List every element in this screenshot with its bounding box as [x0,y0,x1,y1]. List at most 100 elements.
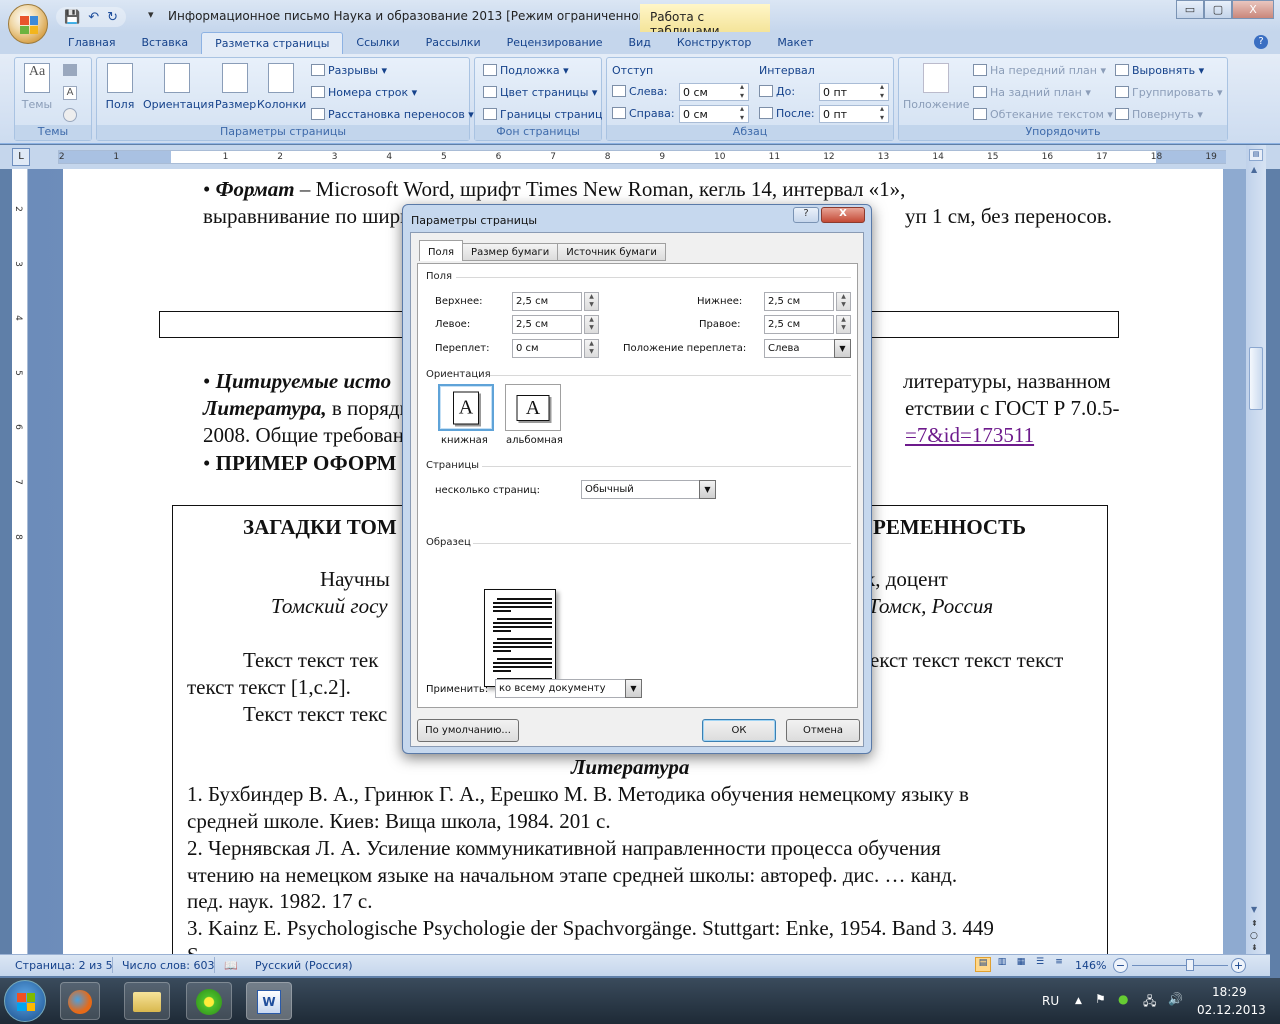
line-numbers-button[interactable]: Номера строк ▾ [311,86,417,99]
dialog-help-button[interactable]: ? [793,207,819,223]
taskbar-icq[interactable] [186,982,232,1020]
tab-design[interactable]: Конструктор [664,32,764,54]
themes-button[interactable]: Aa Темы [19,63,55,111]
volume-icon[interactable]: 🔊 [1168,992,1183,1006]
customize-qat-icon[interactable]: ▾ [148,8,154,21]
size-button[interactable]: Размер [215,63,256,111]
gutter-position-dropdown-icon[interactable]: ▼ [834,339,851,358]
send-backward-button[interactable]: На задний план ▾ [973,86,1091,99]
multiple-pages-dropdown-icon[interactable]: ▼ [699,480,716,499]
gutter-spinner[interactable]: ▲ ▼ [584,339,599,358]
scrollbar-thumb[interactable] [1249,347,1263,410]
zoom-slider[interactable] [1132,959,1228,971]
apply-to-dropdown-icon[interactable]: ▼ [625,679,642,698]
indent-left-input[interactable]: 0 см [679,82,749,101]
theme-effects-icon[interactable] [63,108,77,122]
start-button[interactable] [4,980,46,1022]
indent-right-input[interactable]: 0 см [679,104,749,123]
scroll-up-icon[interactable]: ▲ [1251,165,1257,174]
bottom-margin-input[interactable]: 2,5 см [764,292,834,311]
help-icon[interactable]: ? [1254,35,1268,49]
group-objects-button[interactable]: Группировать ▾ [1115,86,1223,99]
right-margin-spinner[interactable]: ▲ ▼ [836,315,851,334]
clock-time[interactable]: 18:29 [1212,985,1247,999]
hyphenation-button[interactable]: Расстановка переносов ▾ [311,108,474,121]
draft-icon[interactable]: ≡ [1051,957,1067,972]
default-button[interactable]: По умолчанию... [417,719,519,742]
prev-page-icon[interactable]: ⇞ [1251,919,1258,928]
dialog-close-button[interactable]: X [821,207,865,223]
tab-references[interactable]: Ссылки [343,32,412,54]
tab-selector[interactable]: L [12,148,30,166]
portrait-label[interactable]: книжная [441,435,488,446]
cancel-button[interactable]: Отмена [786,719,860,742]
right-margin-input[interactable]: 2,5 см [764,315,834,334]
zoom-slider-thumb[interactable] [1185,959,1194,971]
redo-icon[interactable]: ↻ [107,10,118,25]
dialog-tab-paper-source[interactable]: Источник бумаги [557,243,666,261]
breaks-button[interactable]: Разрывы ▾ [311,64,387,77]
margins-button[interactable]: Поля [105,63,135,111]
theme-colors-icon[interactable] [63,64,77,76]
office-button[interactable] [8,4,48,44]
web-layout-icon[interactable]: ▦ [1013,957,1029,972]
vertical-scrollbar[interactable]: ▤ ▲ ▼ ⇞ ○ ⇟ [1246,145,1266,954]
orientation-button[interactable]: Ориентация [143,63,214,111]
ok-button[interactable]: ОК [702,719,776,742]
gutter-position-select[interactable]: Слева [764,339,836,358]
browse-object-icon[interactable]: ○ [1250,931,1258,941]
position-button[interactable]: Положение [903,63,970,111]
tab-page-layout[interactable]: Разметка страницы [201,32,344,54]
undo-icon[interactable]: ↶ [88,10,99,25]
show-hidden-icons[interactable]: ▲ [1075,996,1082,1006]
dialog-tab-margins[interactable]: Поля [419,240,464,261]
page-indicator[interactable]: Страница: 2 из 5 [15,959,113,972]
next-page-icon[interactable]: ⇟ [1251,943,1258,952]
print-layout-icon[interactable]: ▤ [975,957,991,972]
scroll-down-icon[interactable]: ▼ [1251,905,1257,914]
zoom-in-button[interactable]: + [1231,958,1246,973]
spacing-before-input[interactable]: 0 пт [819,82,889,101]
minimize-button[interactable]: ▭ [1176,0,1204,19]
word-count[interactable]: Число слов: 603 [122,959,215,972]
left-margin-spinner[interactable]: ▲ ▼ [584,315,599,334]
save-icon[interactable]: 💾 [64,10,80,25]
top-margin-spinner[interactable]: ▲ ▼ [584,292,599,311]
portrait-option[interactable]: A [438,384,494,431]
left-margin-input[interactable]: 2,5 см [512,315,582,334]
language-bar[interactable]: RU [1042,994,1059,1008]
apply-to-select[interactable]: ко всему документу [495,679,627,698]
tab-mailings[interactable]: Рассылки [413,32,494,54]
landscape-option[interactable]: A [505,384,561,431]
dialog-tab-paper-size[interactable]: Размер бумаги [462,243,559,261]
landscape-label[interactable]: альбомная [506,435,563,446]
action-center-flag-icon[interactable]: ⚑ [1095,992,1106,1006]
view-ruler-icon[interactable]: ▤ [1249,149,1263,161]
antivirus-icon[interactable]: ● [1118,992,1128,1006]
ruler-strip[interactable]: 2 1 1 2 3 4 5 6 7 8 9 10 11 12 13 14 15 16 17 18 19 [58,150,1226,164]
theme-fonts-icon[interactable]: A [63,86,77,100]
bottom-margin-spinner[interactable]: ▲ ▼ [836,292,851,311]
zoom-level[interactable]: 146% [1075,959,1106,972]
zoom-out-button[interactable]: − [1113,958,1128,973]
top-margin-input[interactable]: 2,5 см [512,292,582,311]
rotate-button[interactable]: Повернуть ▾ [1115,108,1203,121]
doc-link[interactable]: =7&id=173511 [905,423,1034,448]
tab-layout[interactable]: Макет [764,32,826,54]
spacing-after-input[interactable]: 0 пт [819,104,889,123]
taskbar-word[interactable]: W [246,982,292,1020]
gutter-input[interactable]: 0 см [512,339,582,358]
align-button[interactable]: Выровнять ▾ [1115,64,1204,77]
text-wrap-button[interactable]: Обтекание текстом ▾ [973,108,1113,121]
taskbar-firefox[interactable] [60,982,100,1020]
horizontal-ruler[interactable]: L 2 1 1 2 3 4 5 6 7 8 9 10 11 12 13 14 15 16 17 18 19 [0,145,1280,169]
watermark-button[interactable]: Подложка ▾ [483,64,569,77]
taskbar-explorer[interactable] [124,982,170,1020]
columns-button[interactable]: Колонки [257,63,306,111]
clock-date[interactable]: 02.12.2013 [1197,1003,1266,1017]
tab-review[interactable]: Рецензирование [494,32,616,54]
bring-forward-button[interactable]: На передний план ▾ [973,64,1106,77]
language-indicator[interactable]: Русский (Россия) [255,959,353,972]
outline-icon[interactable]: ☰ [1032,957,1048,972]
page-color-button[interactable]: Цвет страницы ▾ [483,86,597,99]
